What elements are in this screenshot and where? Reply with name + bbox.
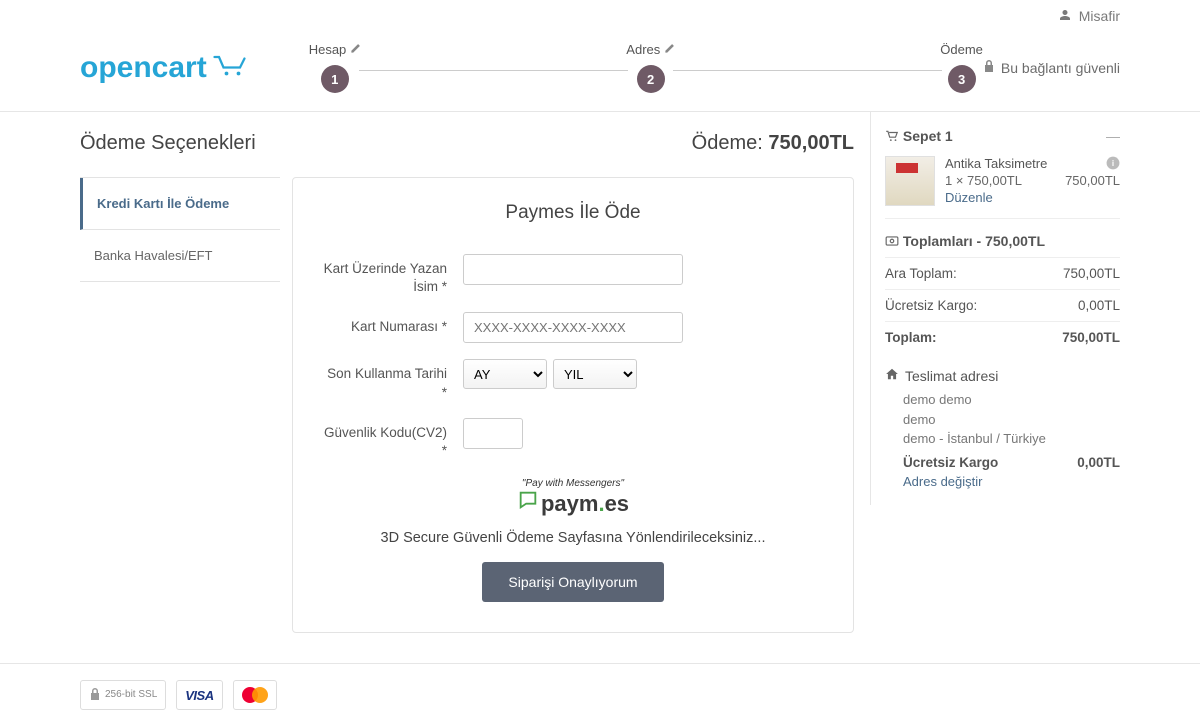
addr-ship-name: Ücretsiz Kargo bbox=[903, 455, 998, 470]
step-3-num: 3 bbox=[948, 65, 976, 93]
total-label: Toplam: bbox=[885, 330, 937, 345]
secure-indicator: Bu bağlantı güvenli bbox=[983, 59, 1120, 76]
payment-panel: Paymes İle Öde Kart Üzerinde Yazan İsim … bbox=[292, 177, 854, 633]
tab-creditcard[interactable]: Kredi Kartı İle Ödeme bbox=[80, 178, 280, 230]
step-3-label: Ödeme bbox=[940, 42, 983, 57]
cardholder-input[interactable] bbox=[463, 254, 683, 285]
addr-head-text: Teslimat adresi bbox=[905, 368, 998, 384]
redirect-message: 3D Secure Güvenli Ödeme Sayfasına Yönlen… bbox=[323, 530, 823, 546]
mastercard-badge bbox=[233, 680, 277, 710]
mastercard-orange-icon bbox=[252, 687, 268, 703]
product-thumb[interactable] bbox=[885, 156, 935, 206]
user-icon bbox=[1059, 8, 1075, 24]
totals-head-text: Toplamları - 750,00TL bbox=[903, 233, 1045, 249]
home-icon bbox=[885, 367, 899, 384]
cardnum-input[interactable] bbox=[463, 312, 683, 343]
total-value: 750,00TL bbox=[1062, 330, 1120, 345]
panel-title: Paymes İle Öde bbox=[323, 202, 823, 224]
item-qty-price: 1 × 750,00TL bbox=[945, 173, 1022, 188]
step-line bbox=[359, 70, 628, 71]
item-line-total: 750,00TL bbox=[1065, 173, 1120, 188]
subtotal-value: 750,00TL bbox=[1063, 266, 1120, 281]
brand-text: opencart bbox=[80, 51, 207, 85]
step-payment: Ödeme 3 bbox=[940, 42, 983, 93]
item-edit-link[interactable]: Düzenle bbox=[945, 190, 993, 205]
change-address-link[interactable]: Adres değiştir bbox=[903, 474, 1120, 489]
lock-icon bbox=[983, 59, 995, 76]
visa-badge: VISA bbox=[176, 680, 222, 710]
total-value: 750,00TL bbox=[768, 132, 854, 154]
topbar-guest[interactable]: Misafir bbox=[0, 0, 1200, 32]
cvv-input[interactable] bbox=[463, 418, 523, 449]
shipping-address-head: Teslimat adresi bbox=[885, 367, 1120, 384]
tab-eft[interactable]: Banka Havalesi/EFT bbox=[80, 230, 280, 282]
cvv-label: Güvenlik Kodu(CV2) * bbox=[323, 418, 463, 460]
step-1-num: 1 bbox=[321, 65, 349, 93]
guest-label: Misafir bbox=[1079, 8, 1120, 24]
payment-total: Ödeme: 750,00TL bbox=[692, 132, 854, 155]
subtotal-label: Ara Toplam: bbox=[885, 266, 957, 281]
edit-icon bbox=[350, 42, 361, 57]
total-label: Ödeme: bbox=[692, 132, 763, 154]
step-account[interactable]: Hesap 1 bbox=[309, 42, 361, 93]
page-title: Ödeme Seçenekleri bbox=[80, 132, 256, 155]
step-1-label: Hesap bbox=[309, 42, 347, 57]
paymes-bubble-icon bbox=[517, 489, 539, 518]
item-name: Antika Taksimetre bbox=[945, 156, 1047, 171]
paymes-brand: "Pay with Messengers" paym.es bbox=[323, 478, 823, 518]
info-icon[interactable]: i bbox=[1106, 156, 1120, 173]
cardholder-label: Kart Üzerinde Yazan İsim * bbox=[323, 254, 463, 296]
cart-icon bbox=[213, 51, 249, 85]
cart-head: Sepet 1 bbox=[885, 128, 953, 144]
step-2-label: Adres bbox=[626, 42, 660, 57]
expiry-label: Son Kullanma Tarihi * bbox=[323, 359, 463, 401]
ship-value: 0,00TL bbox=[1078, 298, 1120, 313]
brand-tagline: "Pay with Messengers" bbox=[323, 478, 823, 489]
expiry-year-select[interactable]: YIL bbox=[553, 359, 637, 389]
step-line bbox=[673, 70, 942, 71]
cart-item: Antika Taksimetre i 1 × 750,00TL 750,00T… bbox=[885, 156, 1120, 219]
collapse-icon[interactable]: — bbox=[1106, 128, 1120, 144]
lock-icon bbox=[89, 687, 101, 704]
ship-label: Ücretsiz Kargo: bbox=[885, 298, 977, 313]
ssl-badge: 256-bit SSL bbox=[80, 680, 166, 710]
expiry-month-select[interactable]: AY bbox=[463, 359, 547, 389]
addr-line-2: demo bbox=[903, 410, 1120, 430]
secure-text: Bu bağlantı güvenli bbox=[1001, 60, 1120, 76]
edit-icon bbox=[664, 42, 675, 57]
step-address[interactable]: Adres 2 bbox=[626, 42, 675, 93]
brand-logo[interactable]: opencart bbox=[80, 51, 249, 85]
confirm-button[interactable]: Siparişi Onaylıyorum bbox=[482, 562, 663, 602]
totals-head: Toplamları - 750,00TL bbox=[885, 233, 1120, 249]
addr-line-1: demo demo bbox=[903, 390, 1120, 410]
cart-head-text: Sepet 1 bbox=[903, 128, 953, 144]
addr-line-3: demo - İstanbul / Türkiye bbox=[903, 429, 1120, 449]
svg-text:i: i bbox=[1112, 159, 1114, 168]
cardnum-label: Kart Numarası * bbox=[323, 312, 463, 336]
addr-ship-val: 0,00TL bbox=[1077, 455, 1120, 470]
step-2-num: 2 bbox=[637, 65, 665, 93]
